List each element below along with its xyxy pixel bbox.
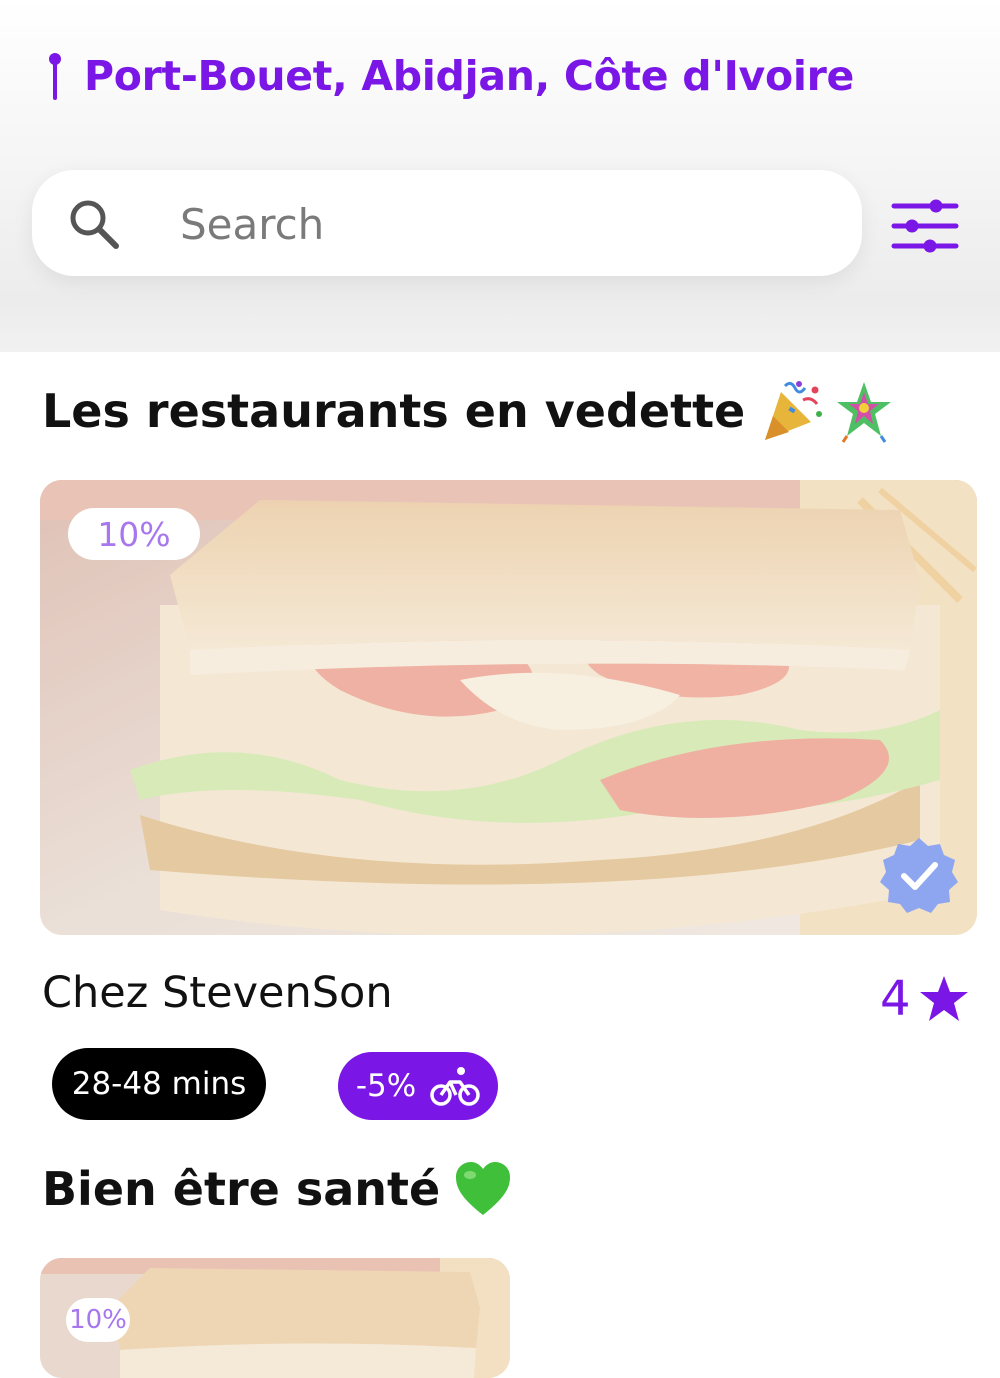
delivery-promo-label: -5% [355, 1068, 417, 1104]
sliders-icon[interactable] [890, 196, 960, 256]
discount-badge: 10% [66, 1298, 130, 1342]
rating: 4 [880, 970, 969, 1028]
rating-value: 4 [880, 971, 911, 1027]
location-label: Port-Bouet, Abidjan, Côte d'Ivoire [84, 52, 855, 100]
bicycle-icon [430, 1067, 480, 1106]
search-icon [70, 200, 119, 249]
section-title-label: Les restaurants en vedette [42, 384, 746, 438]
search-input[interactable] [180, 196, 780, 252]
discount-badge: 10% [68, 508, 200, 560]
delivery-time-label: 28-48 mins [71, 1066, 247, 1102]
pinata-icon [837, 382, 892, 443]
delivery-promo-badge: -5% [338, 1052, 498, 1120]
section-title-featured: Les restaurants en vedette [42, 378, 895, 444]
restaurant-name[interactable]: Chez StevenSon [42, 968, 393, 1024]
section-title-wellness: Bien être santé [42, 1156, 512, 1222]
pin-icon [49, 53, 61, 100]
verified-check-icon [880, 838, 958, 913]
green-heart-icon [456, 1162, 511, 1215]
star-icon [919, 976, 968, 1021]
section-title-label: Bien être santé [42, 1162, 441, 1216]
delivery-time-badge: 28-48 mins [52, 1048, 266, 1120]
party-popper-icon [765, 381, 823, 440]
location-selector[interactable]: Port-Bouet, Abidjan, Côte d'Ivoire [44, 48, 854, 104]
